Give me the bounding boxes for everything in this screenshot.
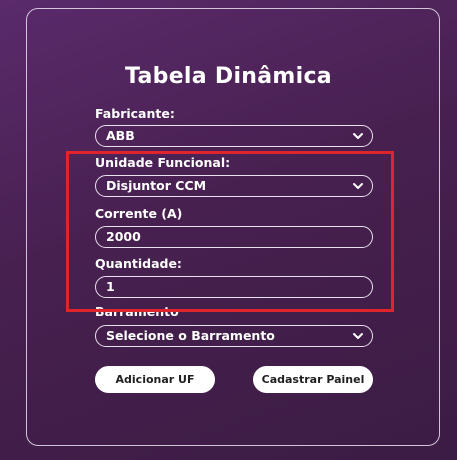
app-background: Tabela Dinâmica Fabricante: ABB Unidade …	[0, 0, 457, 460]
fabricante-label: Fabricante:	[95, 106, 175, 121]
fabricante-select[interactable]: ABB	[95, 125, 373, 147]
page-title: Tabela Dinâmica	[125, 64, 332, 89]
barramento-select[interactable]: Selecione o Barramento	[95, 325, 373, 347]
fabricante-value: ABB	[106, 128, 135, 143]
highlight-box	[66, 151, 394, 312]
chevron-down-icon	[353, 133, 363, 139]
adicionar-uf-button[interactable]: Adicionar UF	[95, 366, 215, 393]
chevron-down-icon	[353, 333, 363, 339]
cadastrar-painel-button[interactable]: Cadastrar Painel	[253, 366, 373, 393]
barramento-value: Selecione o Barramento	[106, 328, 275, 343]
